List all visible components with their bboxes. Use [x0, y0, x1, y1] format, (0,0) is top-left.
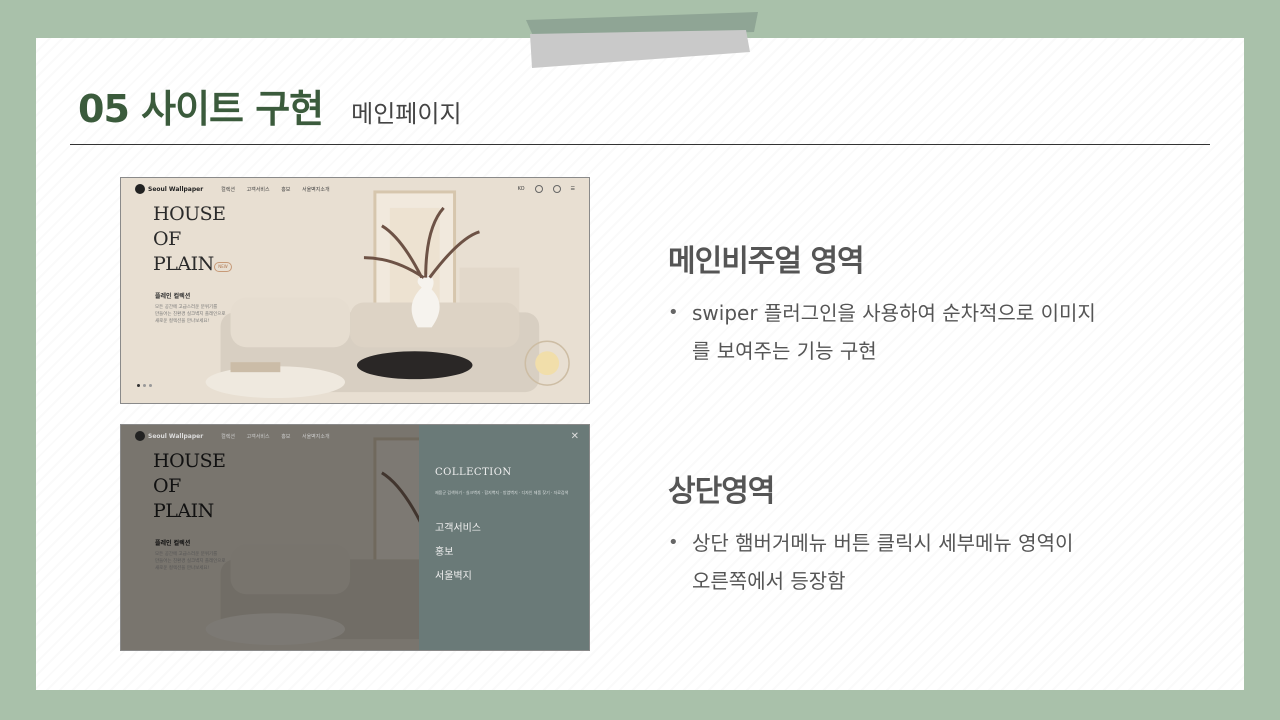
section-body: • swiper 플러그인을 사용하여 순차적으로 이미지 를 보여주는 기능 …: [668, 294, 1138, 370]
hero-line: OF: [153, 228, 181, 250]
hero-line: PLAIN: [153, 500, 214, 522]
title-main: 05 사이트 구현: [78, 87, 324, 131]
section-main-visual: 메인비주얼 영역 • swiper 플러그인을 사용하여 순차적으로 이미지 를…: [668, 236, 1138, 370]
mockup-nav-item: 홍보: [281, 186, 291, 193]
mockup-header: Seoul Wallpaper 컬렉션 고객서비스 홍보 서울벽지소개 KO ☰: [121, 178, 589, 200]
promo-line: 만들어는 친환경 실크벽지 플레인으로: [155, 559, 226, 564]
section-header: 상단영역 • 상단 햄버거메뉴 버튼 클릭시 세부메뉴 영역이 오른쪽에서 등장…: [668, 466, 1138, 600]
section-line: 상단 햄버거메뉴 버튼 클릭시 세부메뉴 영역이: [692, 531, 1074, 555]
mockup-logo: Seoul Wallpaper: [148, 185, 204, 193]
promo-line: 만들어는 친환경 실크벽지 플레인으로: [155, 312, 226, 317]
panel-menu: 고객서비스 홍보 서울벽지: [435, 517, 481, 589]
close-icon: ✕: [570, 431, 579, 442]
promo-text: 플레인 컬렉션 모든 공간에 고급스러운 분위기를 만들어는 친환경 실크벽지 …: [155, 538, 255, 572]
promo-text: 플레인 컬렉션 모든 공간에 고급스러운 분위기를 만들어는 친환경 실크벽지 …: [155, 291, 255, 325]
mockup-logo-icon: [135, 184, 145, 194]
mockup-nav-item: 홍보: [281, 433, 291, 440]
section-body: • 상단 햄버거메뉴 버튼 클릭시 세부메뉴 영역이 오른쪽에서 등장함: [668, 524, 1138, 600]
bullet: •: [668, 532, 679, 553]
search-icon: [552, 185, 561, 193]
mockup-nav-item: 고객서비스: [246, 433, 270, 440]
mockup-nav-item: 서울벽지소개: [301, 186, 330, 193]
hero-line: OF: [153, 475, 181, 497]
title-divider: [70, 144, 1210, 145]
hero-line: HOUSE: [153, 450, 226, 472]
side-menu-panel: ✕ COLLECTION 제품군 검색하기 · 실크벽지 · 합지벽지 · 방염…: [419, 425, 589, 650]
mockup-logo: Seoul Wallpaper: [148, 432, 204, 440]
section-title: 상단영역: [668, 474, 775, 509]
mockup-nav-item: 서울벽지소개: [301, 433, 330, 440]
section-line: 를 보여주는 기능 구현: [692, 339, 877, 363]
panel-menu-item: 고객서비스: [435, 523, 481, 534]
slider-dots: [137, 384, 152, 387]
promo-line: 새로운 컬렉션을 만나보세요!: [155, 566, 210, 571]
download-icon: [534, 185, 543, 193]
new-badge: NEW: [214, 262, 232, 272]
mockup-nav-item: 컬렉션: [221, 186, 235, 193]
promo-line: 모든 공간에 고급스러운 분위기를: [155, 305, 218, 310]
page-title: 05 사이트 구현 메인페이지: [78, 78, 462, 133]
section-line: 오른쪽에서 등장함: [692, 569, 846, 593]
main-visual-screenshot: Seoul Wallpaper 컬렉션 고객서비스 홍보 서울벽지소개 KO ☰…: [120, 177, 590, 404]
bullet: •: [668, 302, 679, 323]
mockup-nav-item: 컬렉션: [221, 433, 235, 440]
panel-menu-item: 홍보: [435, 547, 454, 558]
mockup-nav: 컬렉션 고객서비스 홍보 서울벽지소개: [221, 186, 339, 193]
promo-title: 플레인 컬렉션: [155, 293, 191, 300]
mockup-utility: KO ☰: [518, 185, 575, 193]
section-line: swiper 플러그인을 사용하여 순차적으로 이미지: [692, 301, 1096, 325]
panel-menu-item: 서울벽지: [435, 571, 472, 582]
mockup-lang: KO: [517, 186, 525, 192]
mockup-nav: 컬렉션 고객서비스 홍보 서울벽지소개: [221, 433, 339, 440]
promo-line: 새로운 컬렉션을 만나보세요!: [155, 319, 210, 324]
title-sub: 메인페이지: [351, 100, 462, 128]
hero-heading: HOUSE OF PLAIN: [153, 449, 226, 524]
panel-collection-links: 제품군 검색하기 · 실크벽지 · 합지벽지 · 방염벽지 · 디자인 제품 찾…: [435, 490, 569, 495]
hamburger-icon: ☰: [570, 186, 575, 192]
panel-collection-title: COLLECTION: [435, 467, 512, 478]
tape-decoration: [526, 12, 758, 68]
section-title: 메인비주얼 영역: [668, 244, 865, 279]
promo-title: 플레인 컬렉션: [155, 540, 191, 547]
header-menu-screenshot: Seoul Wallpaper 컬렉션 고객서비스 홍보 서울벽지소개 HOUS…: [120, 424, 590, 651]
mockup-nav-item: 고객서비스: [246, 186, 270, 193]
mockup-logo-icon: [135, 431, 145, 441]
promo-line: 모든 공간에 고급스러운 분위기를: [155, 552, 218, 557]
hero-line: HOUSE: [153, 203, 226, 225]
